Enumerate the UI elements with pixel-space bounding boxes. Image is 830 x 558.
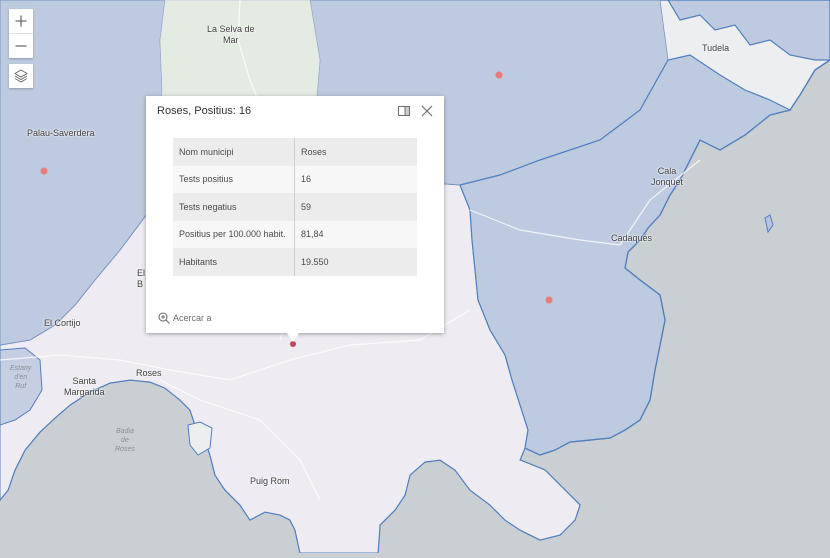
zoom-control [9, 9, 33, 58]
place-label-puig-rom: Puig Rom [250, 476, 290, 486]
attribute-value: 19.550 [294, 248, 417, 276]
feature-popup: Roses, Positius: 16 Nom municipi Roses T… [146, 96, 444, 333]
popup-title: Roses, Positius: 16 [157, 105, 252, 117]
case-point[interactable] [545, 296, 553, 304]
table-row: Tests positius 16 [173, 165, 417, 193]
place-label-santa-margarida: Santa Margarida [64, 376, 105, 397]
table-row: Positius per 100.000 habit. 81,84 [173, 220, 417, 248]
zoom-to-label: Acercar a [173, 313, 212, 323]
close-icon[interactable] [421, 105, 433, 117]
place-label-tudela: Tudela [702, 43, 730, 53]
attribute-key: Tests negatius [173, 193, 295, 221]
table-row: Habitants 19.550 [173, 248, 417, 276]
zoom-to-button[interactable]: Acercar a [158, 312, 212, 324]
place-label-palau-saverdera: Palau-Saverdera [27, 128, 95, 138]
zoom-in-button[interactable] [9, 9, 33, 33]
layers-icon [14, 69, 28, 83]
case-point[interactable] [495, 71, 503, 79]
popup-pointer [287, 333, 299, 342]
place-label-cala-jonquet: Cala Jonquet [651, 166, 684, 187]
attribute-value: Roses [294, 138, 417, 166]
minus-icon [15, 45, 27, 47]
plus-icon [15, 15, 27, 27]
place-label-la-selva-de-mar: La Selva de Mar [207, 24, 255, 45]
case-point[interactable] [40, 167, 48, 175]
place-label-el-cortijo: El Cortijo [44, 318, 81, 328]
water-label-badia-de-roses: Badia de Roses [115, 428, 135, 453]
place-label-roses: Roses [136, 368, 162, 378]
table-row: Tests negatius 59 [173, 193, 417, 221]
attribute-value: 59 [294, 193, 417, 221]
place-label-el-b: El B [137, 268, 146, 289]
attribute-key: Habitants [173, 248, 295, 276]
attribute-key: Tests positius [173, 165, 295, 193]
water-label-estany: Estany d'en Ruf [10, 365, 32, 390]
attribute-table: Nom municipi Roses Tests positius 16 Tes… [173, 138, 417, 276]
attribute-value: 81,84 [294, 220, 417, 248]
attribute-key: Positius per 100.000 habit. [173, 220, 295, 248]
zoom-out-button[interactable] [9, 33, 33, 58]
attribute-key: Nom municipi [173, 138, 295, 166]
dock-icon[interactable] [398, 105, 410, 117]
zoom-in-magnifier-icon [158, 312, 170, 324]
attribute-value: 16 [294, 165, 417, 193]
table-row: Nom municipi Roses [173, 138, 417, 166]
place-label-cadaques: Cadaqués [611, 233, 653, 243]
layer-list-button[interactable] [9, 64, 33, 88]
